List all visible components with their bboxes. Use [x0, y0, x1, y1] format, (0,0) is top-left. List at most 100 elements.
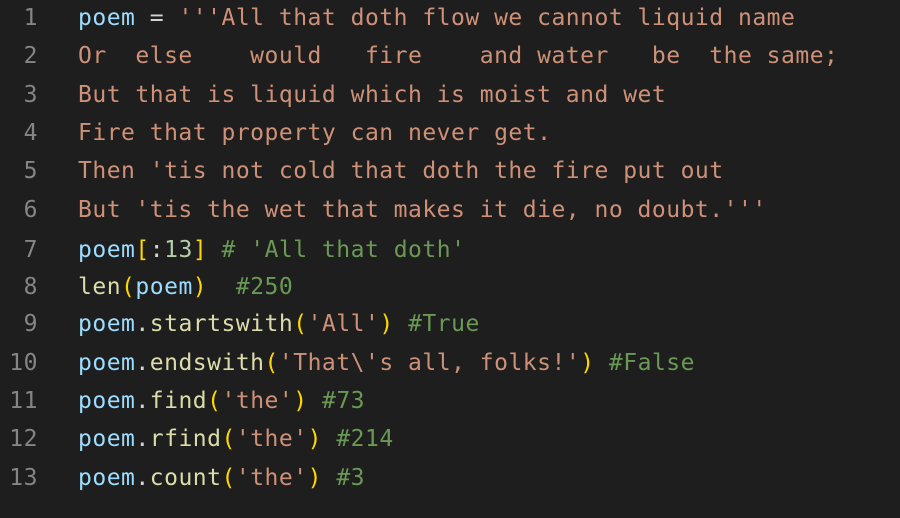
code-token-com: #True — [408, 311, 480, 338]
code-token-var: poem — [78, 426, 136, 453]
code-content[interactable]: Or else would fire and water be the same… — [78, 38, 838, 74]
code-token-br: ( — [207, 388, 222, 414]
code-token-br: ) — [192, 274, 208, 301]
code-token-op: . — [135, 388, 150, 414]
code-token-str: 'the' — [235, 426, 308, 453]
line-number: 7 — [23, 236, 38, 263]
code-content[interactable]: poem.find('the') #73 — [78, 383, 365, 419]
line-number: 5 — [23, 158, 38, 185]
code-token-num: 13 — [164, 236, 193, 263]
code-token-br: ( — [221, 464, 236, 491]
code-token-var: poem — [78, 388, 136, 414]
code-token-op: : — [149, 236, 165, 263]
code-line[interactable]: 10 poem.endswith('That\'s all, folks!') #… — [0, 345, 900, 381]
code-line[interactable]: 8 len(poem) #250 — [0, 269, 900, 305]
code-token-fn: count — [149, 464, 222, 491]
code-token-br: ) — [580, 349, 595, 376]
code-token-br: ( — [121, 274, 136, 301]
line-number: 10 — [9, 349, 38, 376]
code-line[interactable]: 9 poem.startswith('All') #True — [0, 306, 900, 342]
line-number: 2 — [23, 43, 38, 70]
line-number: 8 — [23, 274, 38, 301]
code-token-com: #73 — [321, 388, 366, 414]
code-token-str: But that is liquid which is moist and we… — [78, 81, 667, 108]
code-token-br: ( — [221, 426, 236, 453]
line-number: 12 — [9, 426, 38, 453]
code-line[interactable]: 6 But 'tis the wet that makes it die, no … — [0, 192, 900, 228]
code-token-fn: len — [78, 274, 122, 301]
code-token-fn: find — [149, 388, 208, 414]
line-number: 11 — [9, 388, 38, 414]
code-token-str: But 'tis the wet that makes it die, no d… — [78, 196, 767, 223]
code-token-str: 'That\'s all, folks!' — [278, 349, 581, 376]
code-content[interactable]: poem[:13] # 'All that doth' — [78, 232, 465, 268]
code-token-str: Fire that property can never get. — [78, 119, 552, 146]
code-token-op — [322, 465, 336, 491]
code-editor[interactable]: 1 poem = '''All that doth flow we cannot … — [0, 0, 900, 518]
line-number: 1 — [23, 5, 38, 31]
code-line[interactable]: 5 Then 'tis not cold that doth the fire p… — [0, 153, 900, 189]
code-token-fn: endswith — [149, 349, 265, 376]
code-token-com: #214 — [336, 426, 394, 453]
code-token-br: ) — [307, 464, 322, 491]
code-token-op — [308, 388, 322, 414]
code-token-com: #False — [608, 349, 695, 376]
code-content[interactable]: Fire that property can never get. — [78, 115, 551, 151]
code-content[interactable]: poem.rfind('the') #214 — [78, 421, 394, 457]
line-number: 6 — [23, 196, 38, 223]
code-content[interactable]: poem.count('the') #3 — [78, 460, 365, 496]
code-content[interactable]: poem.endswith('That\'s all, folks!') #Fa… — [78, 345, 695, 381]
code-token-str: 'the' — [221, 388, 294, 414]
code-line[interactable]: 11 poem.find('the') #73 — [0, 383, 900, 419]
code-token-com: #3 — [336, 464, 366, 491]
code-token-str: Or else would fire and water be the same… — [78, 43, 839, 70]
code-content[interactable]: Then 'tis not cold that doth the fire pu… — [78, 153, 724, 189]
code-token-var: poem — [78, 464, 136, 491]
code-line[interactable]: 4 Fire that property can never get. — [0, 115, 900, 151]
code-token-op — [207, 274, 236, 300]
code-token-br: ) — [293, 388, 308, 414]
code-line[interactable]: 3 But that is liquid which is moist and w… — [0, 77, 900, 113]
code-token-com: # 'All that doth' — [221, 236, 466, 263]
code-token-op: . — [135, 311, 150, 338]
code-content[interactable]: poem.startswith('All') #True — [78, 306, 480, 342]
code-token-br: ) — [379, 311, 394, 338]
code-token-var: poem — [78, 5, 136, 31]
line-number: 4 — [23, 119, 38, 146]
code-token-com: #250 — [235, 274, 294, 301]
line-number: 3 — [23, 81, 38, 108]
code-line[interactable]: 12 poem.rfind('the') #214 — [0, 421, 900, 457]
code-token-str: 'All' — [307, 311, 380, 338]
code-token-var: poem — [78, 236, 136, 263]
code-content[interactable]: len(poem) #250 — [78, 269, 293, 305]
code-token-br: ) — [307, 426, 322, 453]
code-token-op: . — [135, 426, 150, 453]
code-line[interactable]: 7 poem[:13] # 'All that doth' — [0, 232, 900, 268]
code-token-op — [322, 426, 336, 452]
code-token-br: ( — [264, 349, 279, 376]
code-line[interactable]: 1 poem = '''All that doth flow we cannot … — [0, 0, 900, 36]
code-token-op: . — [135, 349, 150, 376]
code-token-op: . — [135, 464, 150, 491]
code-token-str: '''All that doth flow we cannot liquid n… — [178, 5, 796, 31]
code-token-fn: rfind — [149, 426, 222, 453]
code-token-op — [394, 311, 408, 337]
code-content[interactable]: But 'tis the wet that makes it die, no d… — [78, 192, 767, 228]
code-content[interactable]: But that is liquid which is moist and we… — [78, 77, 666, 113]
code-token-var: poem — [78, 349, 136, 376]
code-token-br: ] — [192, 236, 208, 263]
line-number: 9 — [23, 311, 38, 338]
code-token-br: ( — [293, 311, 308, 338]
line-number: 13 — [9, 464, 38, 491]
code-token-str: Then 'tis not cold that doth the fire pu… — [78, 158, 724, 185]
code-token-br: [ — [135, 236, 150, 263]
code-line[interactable]: 2 Or else would fire and water be the sam… — [0, 38, 900, 74]
code-token-op: = — [135, 5, 179, 31]
code-content[interactable]: poem = '''All that doth flow we cannot l… — [78, 0, 795, 36]
code-token-str: 'the' — [235, 464, 308, 491]
code-token-fn: startswith — [149, 311, 294, 338]
code-token-op — [207, 237, 221, 263]
code-line[interactable]: 13 poem.count('the') #3 — [0, 460, 900, 496]
code-token-var: poem — [135, 274, 193, 301]
code-token-op — [595, 350, 609, 376]
